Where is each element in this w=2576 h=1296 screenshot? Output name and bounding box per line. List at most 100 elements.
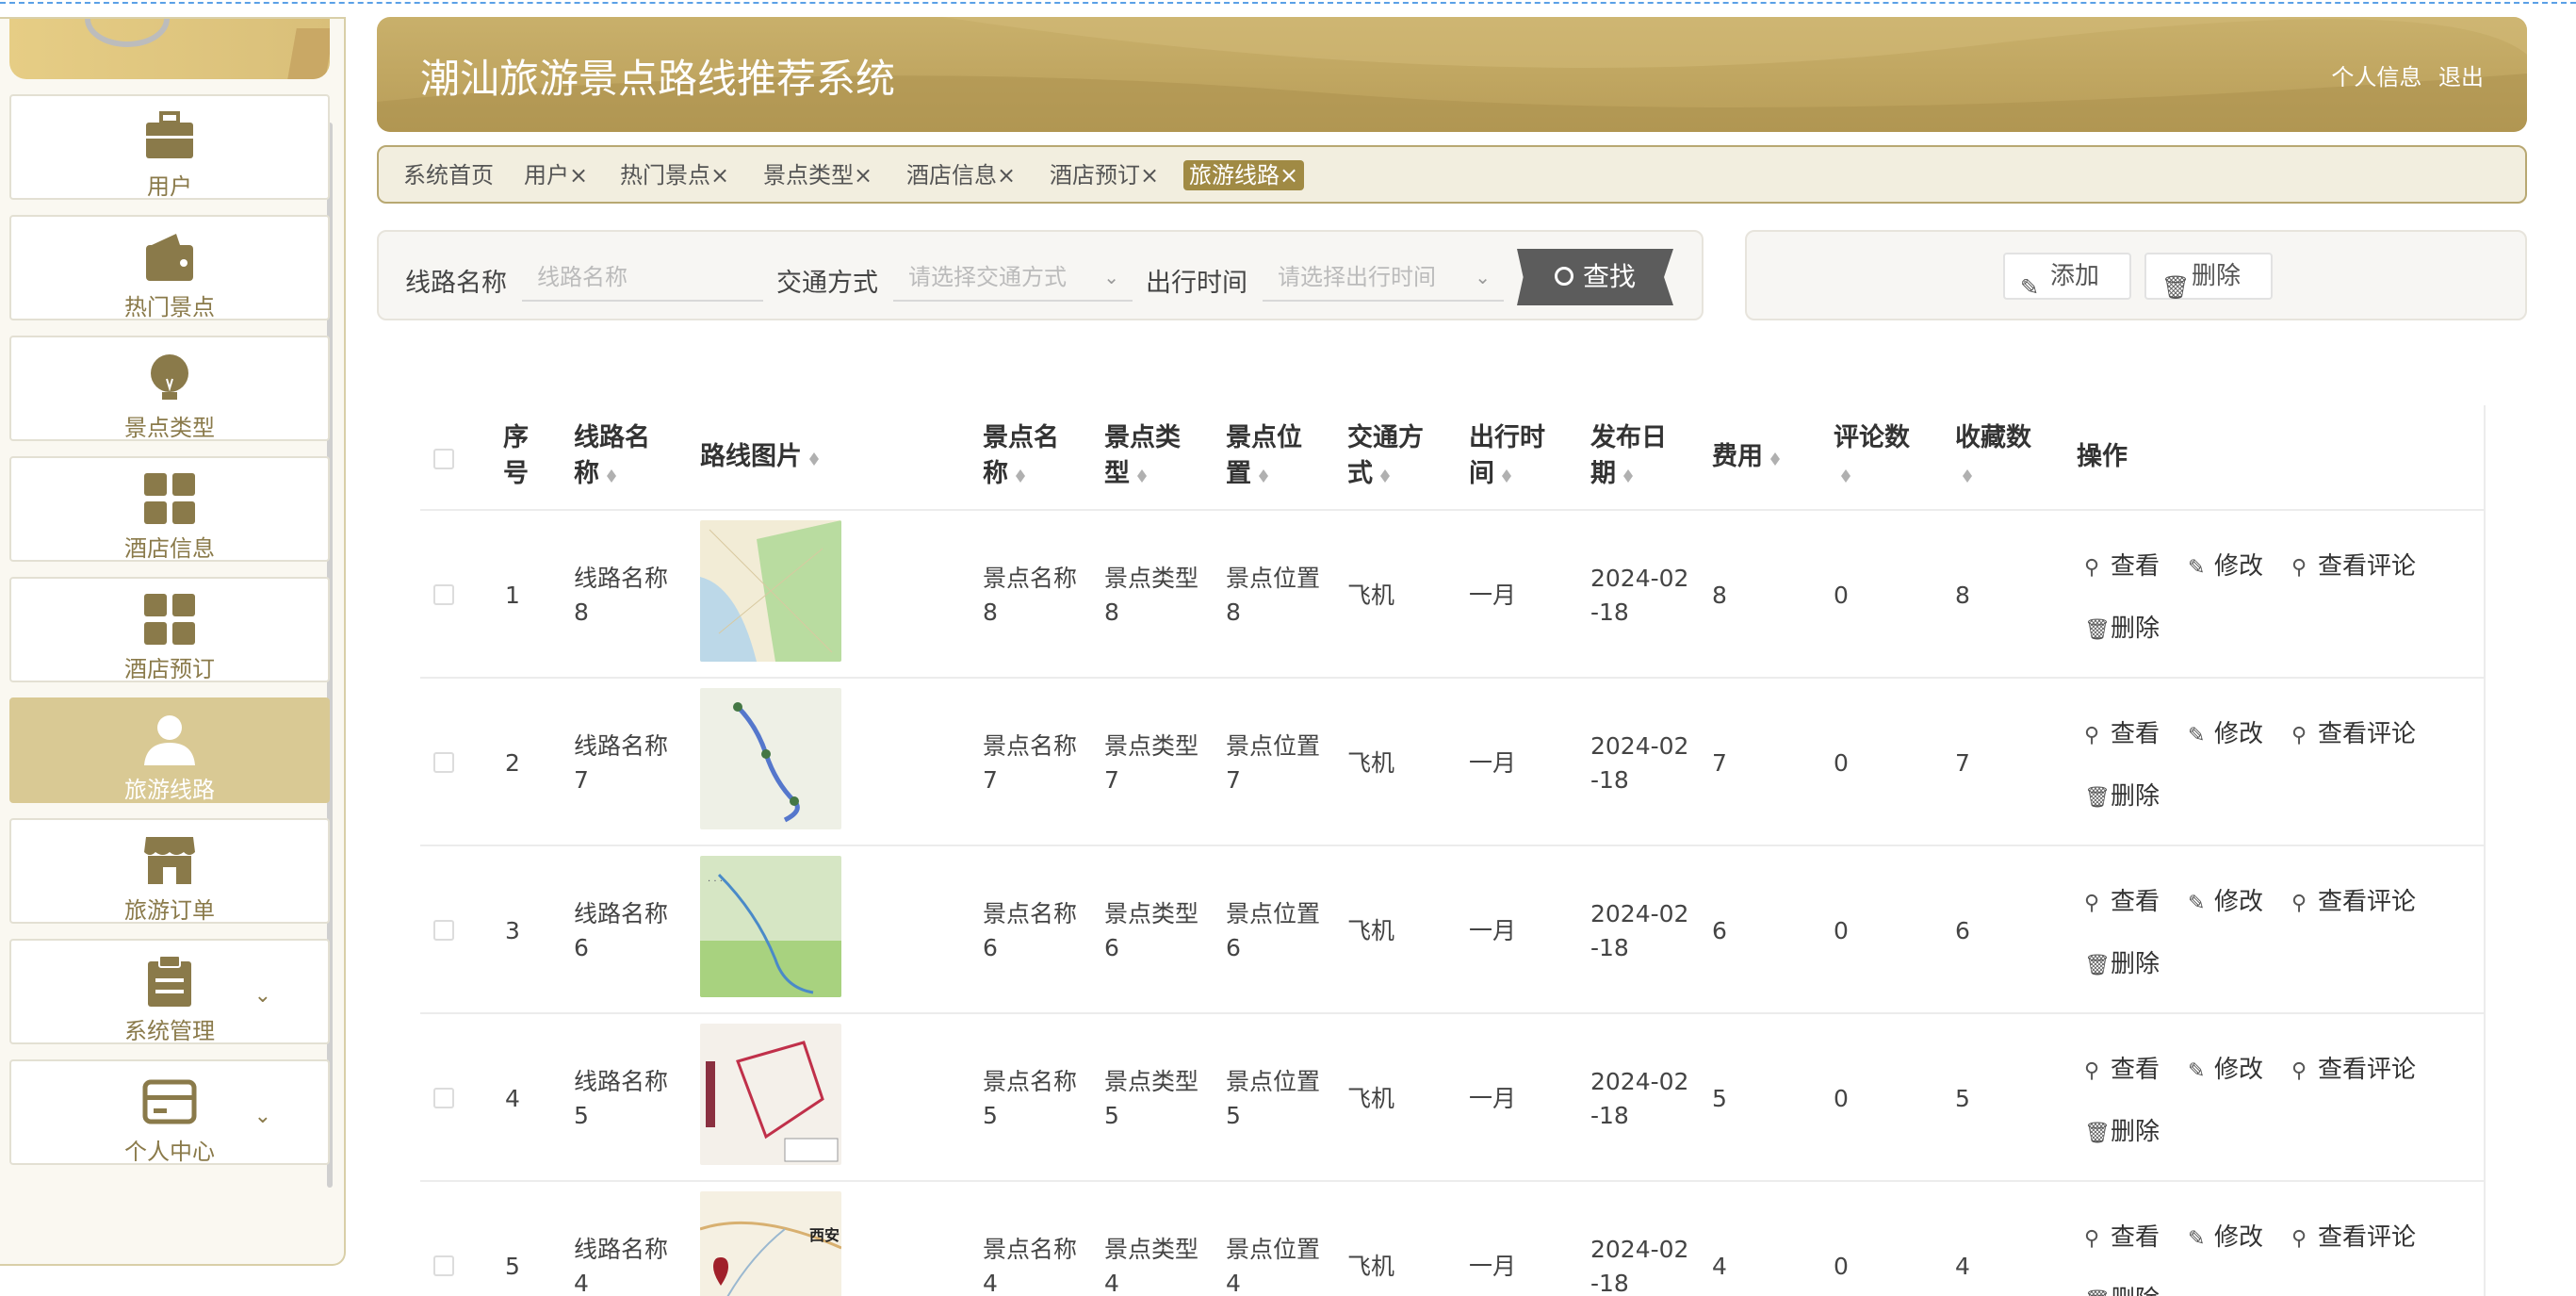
- header-spot-type[interactable]: 景点类型: [1104, 420, 1181, 492]
- search-panel: 线路名称 线路名称 交通方式 请选择交通方式 ⌄ 出行时间 请选择出行时间 ⌄ …: [377, 230, 1704, 320]
- sidebar-item-hotel-booking[interactable]: 酒店预订: [9, 577, 330, 682]
- tab-travel-routes[interactable]: 旅游线路×: [1183, 160, 1305, 190]
- banner-decoration: [85, 19, 170, 47]
- sidebar-item-label: 用户: [147, 173, 192, 200]
- view-comments-button[interactable]: ⚲ 查看评论: [2291, 1050, 2416, 1085]
- view-button[interactable]: ⚲ 查看: [2084, 1218, 2160, 1253]
- route-map-image[interactable]: [700, 1024, 841, 1165]
- row-checkbox[interactable]: [433, 920, 454, 941]
- tab-spot-types[interactable]: 景点类型×: [763, 160, 872, 190]
- row-checkbox[interactable]: [433, 1255, 454, 1276]
- cell-seq: 4: [505, 1085, 520, 1112]
- cell-spot-name: 景点名称 8: [983, 565, 1078, 626]
- view-comments-button[interactable]: ⚲ 查看评论: [2291, 882, 2416, 917]
- tab-hot-spots[interactable]: 热门景点×: [620, 160, 729, 190]
- travel-time-select[interactable]: 请选择出行时间 ⌄: [1263, 253, 1504, 302]
- header-transport[interactable]: 交通方式: [1347, 420, 1424, 492]
- view-comments-button[interactable]: ⚲ 查看评论: [2291, 714, 2416, 749]
- sort-icon[interactable]: [1014, 465, 1027, 485]
- travel-time-placeholder: 请选择出行时间: [1278, 264, 1436, 290]
- cell-route-name: 线路名称 7: [574, 732, 669, 794]
- chevron-down-icon[interactable]: ⌄: [254, 984, 271, 1008]
- banner-ribbon-tail: [287, 28, 330, 79]
- add-button[interactable]: ✎ 添加: [2003, 253, 2131, 301]
- header-favorites[interactable]: 收藏数: [1955, 420, 2031, 492]
- view-button[interactable]: ⚲ 查看: [2084, 714, 2160, 749]
- header-spot-location[interactable]: 景点位置: [1226, 420, 1302, 492]
- sort-icon[interactable]: [1622, 465, 1635, 485]
- search-button-label: 查找: [1583, 261, 1637, 292]
- row-checkbox[interactable]: [433, 584, 454, 605]
- edit-button[interactable]: ✎ 修改: [2188, 1050, 2263, 1085]
- cell-route-name: 线路名称 6: [574, 900, 669, 961]
- edit-button[interactable]: ✎ 修改: [2188, 714, 2263, 749]
- view-comments-button[interactable]: ⚲ 查看评论: [2291, 547, 2416, 582]
- sidebar-item-label: 酒店预订: [124, 656, 215, 682]
- logout-link[interactable]: 退出: [2438, 64, 2484, 90]
- row-delete-button[interactable]: 🗑删除: [2084, 944, 2160, 979]
- cell-spot-location: 景点位置 8: [1226, 565, 1321, 626]
- search-button[interactable]: 查找: [1517, 249, 1673, 305]
- edit-button[interactable]: ✎ 修改: [2188, 1218, 2263, 1253]
- delete-button[interactable]: 🗑 删除: [2144, 253, 2273, 301]
- route-map-image[interactable]: [700, 688, 841, 829]
- sidebar-item-hot-spots[interactable]: 热门景点: [9, 215, 330, 320]
- sidebar-item-personal-center[interactable]: 个人中心 ⌄: [9, 1059, 330, 1165]
- route-map-image[interactable]: · · ·: [700, 856, 841, 997]
- header-route-image[interactable]: 路线图片: [700, 439, 821, 475]
- transport-select[interactable]: 请选择交通方式 ⌄: [893, 253, 1133, 302]
- routes-table: 序号 线路名称 路线图片 景点名称 景点类型 景点位置 交通方式 出行时间 发布…: [420, 405, 2486, 1296]
- sort-icon[interactable]: [807, 448, 821, 468]
- sort-icon[interactable]: [1257, 465, 1270, 485]
- cell-route-name: 线路名称 5: [574, 1068, 669, 1129]
- sidebar-item-travel-orders[interactable]: 旅游订单: [9, 818, 330, 924]
- edit-button[interactable]: ✎ 修改: [2188, 882, 2263, 917]
- row-delete-button[interactable]: 🗑删除: [2084, 777, 2160, 812]
- sort-icon[interactable]: [1135, 465, 1149, 485]
- row-delete-button[interactable]: 🗑删除: [2084, 1112, 2160, 1147]
- route-name-input[interactable]: 线路名称: [522, 253, 763, 302]
- tab-hotel-info[interactable]: 酒店信息×: [906, 160, 1016, 190]
- user-icon: [142, 713, 197, 767]
- sort-icon[interactable]: [1769, 448, 1782, 468]
- tab-hotel-booking[interactable]: 酒店预订×: [1050, 160, 1159, 190]
- profile-link[interactable]: 个人信息: [2331, 64, 2421, 90]
- wallet-icon: [142, 230, 197, 285]
- sort-icon[interactable]: [605, 465, 618, 485]
- row-delete-button[interactable]: 🗑删除: [2084, 609, 2160, 644]
- view-button[interactable]: ⚲ 查看: [2084, 1050, 2160, 1085]
- header-spot-name[interactable]: 景点名称: [983, 420, 1059, 492]
- search-icon: ⚲: [2084, 556, 2100, 580]
- view-comments-button[interactable]: ⚲ 查看评论: [2291, 1218, 2416, 1253]
- route-map-image[interactable]: 西安: [700, 1191, 841, 1296]
- select-all-checkbox[interactable]: [433, 449, 454, 469]
- tab-users[interactable]: 用户×: [524, 160, 588, 190]
- chevron-down-icon[interactable]: ⌄: [254, 1105, 271, 1128]
- view-button[interactable]: ⚲ 查看: [2084, 547, 2160, 582]
- sort-icon[interactable]: [1500, 465, 1513, 485]
- header-travel-time[interactable]: 出行时间: [1469, 420, 1545, 492]
- sidebar-item-label: 酒店信息: [124, 535, 215, 562]
- header-comments[interactable]: 评论数: [1834, 420, 1910, 492]
- sidebar-item-hotel-info[interactable]: 酒店信息: [9, 456, 330, 562]
- header-route-name[interactable]: 线路名称: [574, 420, 650, 492]
- tab-home[interactable]: 系统首页: [403, 160, 494, 190]
- route-map-image[interactable]: [700, 520, 841, 662]
- edit-icon: ✎: [2188, 1059, 2206, 1083]
- row-checkbox[interactable]: [433, 1088, 454, 1108]
- sort-icon[interactable]: [1378, 465, 1392, 485]
- row-delete-button[interactable]: 🗑删除: [2084, 1280, 2160, 1296]
- sidebar-item-spot-types[interactable]: 景点类型: [9, 336, 330, 441]
- sidebar-item-users[interactable]: 用户: [9, 94, 330, 200]
- sidebar-item-system-management[interactable]: 系统管理 ⌄: [9, 939, 330, 1044]
- header-publish-date[interactable]: 发布日期: [1590, 420, 1667, 492]
- sort-icon[interactable]: [1961, 465, 1974, 485]
- edit-button[interactable]: ✎ 修改: [2188, 547, 2263, 582]
- view-button[interactable]: ⚲ 查看: [2084, 882, 2160, 917]
- sort-icon[interactable]: [1839, 465, 1852, 485]
- header-fee[interactable]: 费用: [1712, 439, 1782, 475]
- cell-fee: 5: [1712, 1085, 1727, 1112]
- sidebar-item-travel-routes[interactable]: 旅游线路: [9, 697, 330, 803]
- cell-spot-name: 景点名称 6: [983, 900, 1078, 961]
- row-checkbox[interactable]: [433, 752, 454, 773]
